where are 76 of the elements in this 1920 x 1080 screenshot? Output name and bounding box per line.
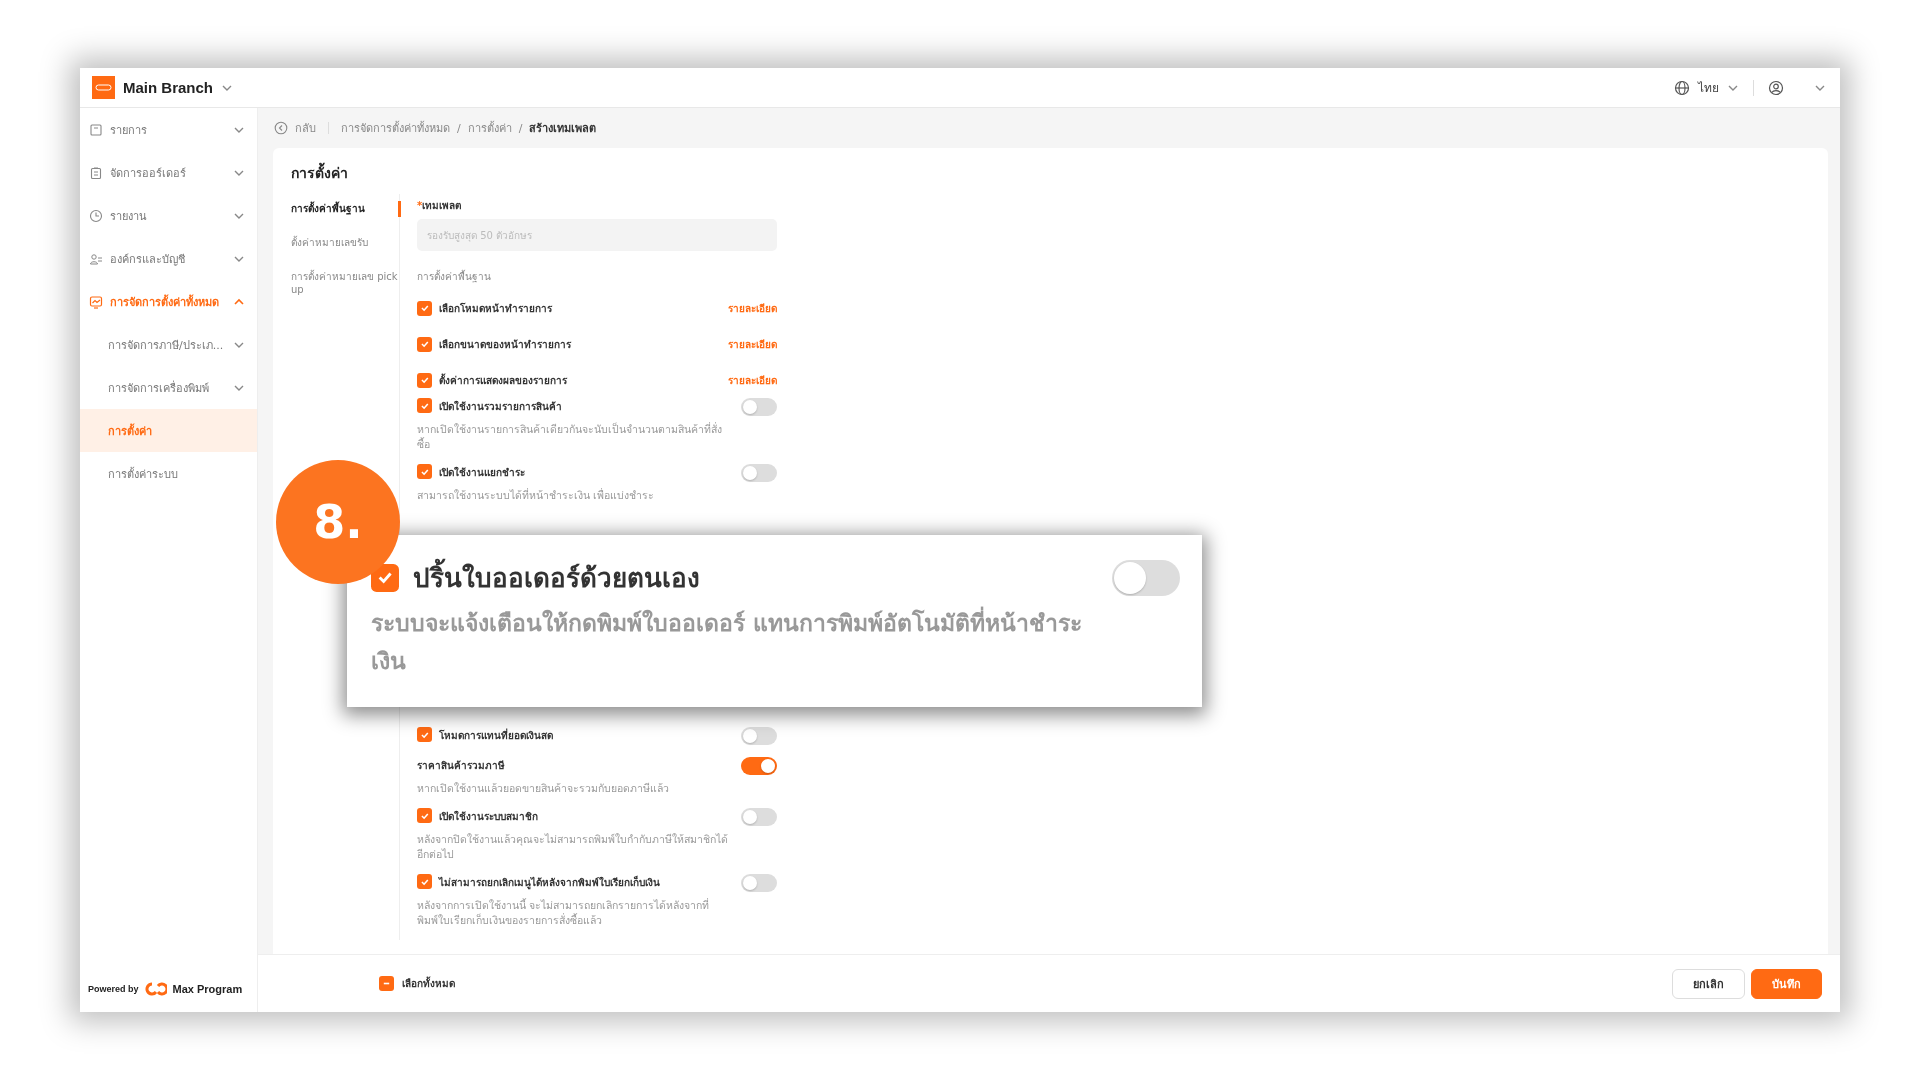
- logo-icon: [92, 76, 115, 99]
- option-label: เลือกขนาดของหน้าทำรายการ: [439, 337, 572, 352]
- cancel-button[interactable]: ยกเลิก: [1672, 968, 1745, 999]
- people-icon: [89, 251, 103, 266]
- breadcrumb-link[interactable]: การตั้งค่า: [467, 119, 512, 137]
- option-label: เลือกโหมดหน้าทำรายการ: [439, 301, 553, 316]
- checkbox[interactable]: [417, 300, 432, 316]
- settings-tab[interactable]: การตั้งค่าพื้นฐาน: [291, 196, 399, 221]
- option-label: โหมดการแทนที่ยอดเงินสด: [439, 727, 554, 743]
- breadcrumb-separator: /: [457, 121, 461, 135]
- toggle-switch[interactable]: [741, 808, 777, 826]
- brand-name: Max Program: [172, 983, 243, 995]
- checkbox[interactable]: [417, 874, 432, 889]
- sidebar-subitem[interactable]: การตั้งค่าระบบ: [80, 452, 257, 495]
- checkbox[interactable]: [417, 808, 432, 823]
- sidebar-subitem[interactable]: การจัดการภาษี/ประเภ...: [80, 323, 257, 366]
- checkbox[interactable]: [417, 372, 432, 388]
- settings-tab[interactable]: ตั้งค่าหมายเลขรับ: [291, 230, 399, 255]
- toggle-switch[interactable]: [741, 757, 777, 775]
- clipboard-icon: [89, 165, 103, 180]
- field-label: *เทมเพลต: [417, 199, 463, 213]
- option-description: หากเปิดใช้งานแล้วยอดขายสินค้าจะรวมกับยอดภาษีแล้ว: [417, 781, 670, 796]
- language-selector[interactable]: ไทย: [1698, 78, 1719, 97]
- checkbox[interactable]: [417, 727, 432, 742]
- detail-link[interactable]: รายละเอียด: [728, 372, 777, 388]
- option-description: ระบบจะแจ้งเตือนให้กดพิมพ์ใบออเดอร์ แทนการพิมพ์อัตโนมัติที่หน้าชำระเงิน: [371, 604, 1091, 680]
- sidebar-item[interactable]: การจัดการตั้งค่าทั้งหมด: [80, 280, 257, 323]
- toggle-switch[interactable]: [741, 464, 777, 482]
- option-label: ไม่สามารถยกเลิกเมนูได้หลังจากพิมพ์ใบเรียกเก็บเงิน: [439, 874, 661, 890]
- group-label: การตั้งค่าพื้นฐาน: [417, 269, 492, 284]
- toggle-switch[interactable]: [741, 398, 777, 416]
- sidebar-item[interactable]: จัดการออร์เดอร์: [80, 151, 257, 194]
- checkbox[interactable]: [371, 563, 399, 592]
- detail-link[interactable]: รายละเอียด: [728, 300, 777, 316]
- option-label: เปิดใช้งานแยกชำระ: [439, 465, 526, 480]
- save-button[interactable]: บันทึก: [1751, 968, 1822, 999]
- option-label: ตั้งค่าการแสดงผลของรายการ: [439, 372, 568, 388]
- toggle-switch[interactable]: [1112, 559, 1180, 596]
- breadcrumb-link[interactable]: การจัดการตั้งค่าทั้งหมด: [341, 119, 450, 137]
- globe-icon: [1674, 79, 1690, 96]
- option-description: สามารถใช้งานระบบได้ที่หน้าชำระเงิน เพื่อแบ่งชำระ: [417, 488, 656, 503]
- user-avatar-icon: [1768, 79, 1784, 96]
- toggle-switch[interactable]: [741, 874, 777, 892]
- checkbox[interactable]: [417, 398, 432, 413]
- settings-tab[interactable]: การตั้งค่าหมายเลข pick up: [291, 264, 399, 302]
- select-all-label: เลือกทั้งหมด: [402, 976, 456, 991]
- checkmark-icon: [419, 339, 430, 349]
- branch-selector[interactable]: Main Branch: [123, 79, 213, 96]
- checkmark-icon: [419, 303, 430, 313]
- checkmark-icon: [419, 375, 430, 385]
- chart-icon: [89, 294, 103, 309]
- option-label: ราคาสินค้ารวมภาษี: [417, 759, 506, 773]
- sidebar-item[interactable]: รายงาน: [80, 194, 257, 237]
- checkbox[interactable]: [417, 336, 432, 352]
- toggle-switch[interactable]: [741, 727, 777, 745]
- detail-link[interactable]: รายละเอียด: [728, 336, 777, 352]
- sidebar-item[interactable]: องค์กรและบัญชี: [80, 237, 257, 280]
- option-label: เปิดใช้งานรวมรายการสินค้า: [439, 399, 563, 414]
- sidebar-item[interactable]: รายการ: [80, 108, 257, 151]
- sidebar-subitem[interactable]: การจัดการเครื่องพิมพ์: [80, 366, 257, 409]
- back-link[interactable]: กลับ: [295, 119, 316, 137]
- option-description: หากเปิดใช้งานรายการสินค้าเดียวกันจะนับเป็นจำนวนตามสินค้าที่สั่งซื้อ: [417, 422, 723, 452]
- breadcrumb-current: สร้างเทมเพลต: [529, 121, 597, 137]
- option-label: ปริ้นใบออเดอร์ด้วยตนเอง: [413, 557, 1098, 598]
- list-icon: [89, 122, 103, 137]
- brand-logo-icon: [144, 981, 167, 997]
- sidebar-subitem[interactable]: การตั้งค่า: [80, 409, 257, 452]
- powered-by-label: Powered by: [88, 984, 139, 994]
- breadcrumb-separator: /: [518, 121, 523, 135]
- option-label: เปิดใช้งานระบบสมาชิก: [439, 809, 539, 824]
- checkbox[interactable]: [379, 976, 394, 991]
- clock-icon: [89, 208, 103, 223]
- option-description: หลังจากการเปิดใช้งานนี้ จะไม่สามารถยกเลิกรายการได้หลังจากที่พิมพ์ใบเรียกเก็บเงินของรายการสั่งซื้อแล้ว: [417, 898, 711, 928]
- option-description: หลังจากปิดใช้งานแล้วคุณจะไม่สามารถพิมพ์ใบกำกับภาษีให้สมาชิกได้อีกต่อไป: [417, 832, 729, 862]
- checkbox[interactable]: [417, 464, 432, 479]
- section-title: การตั้งค่า: [291, 162, 1810, 184]
